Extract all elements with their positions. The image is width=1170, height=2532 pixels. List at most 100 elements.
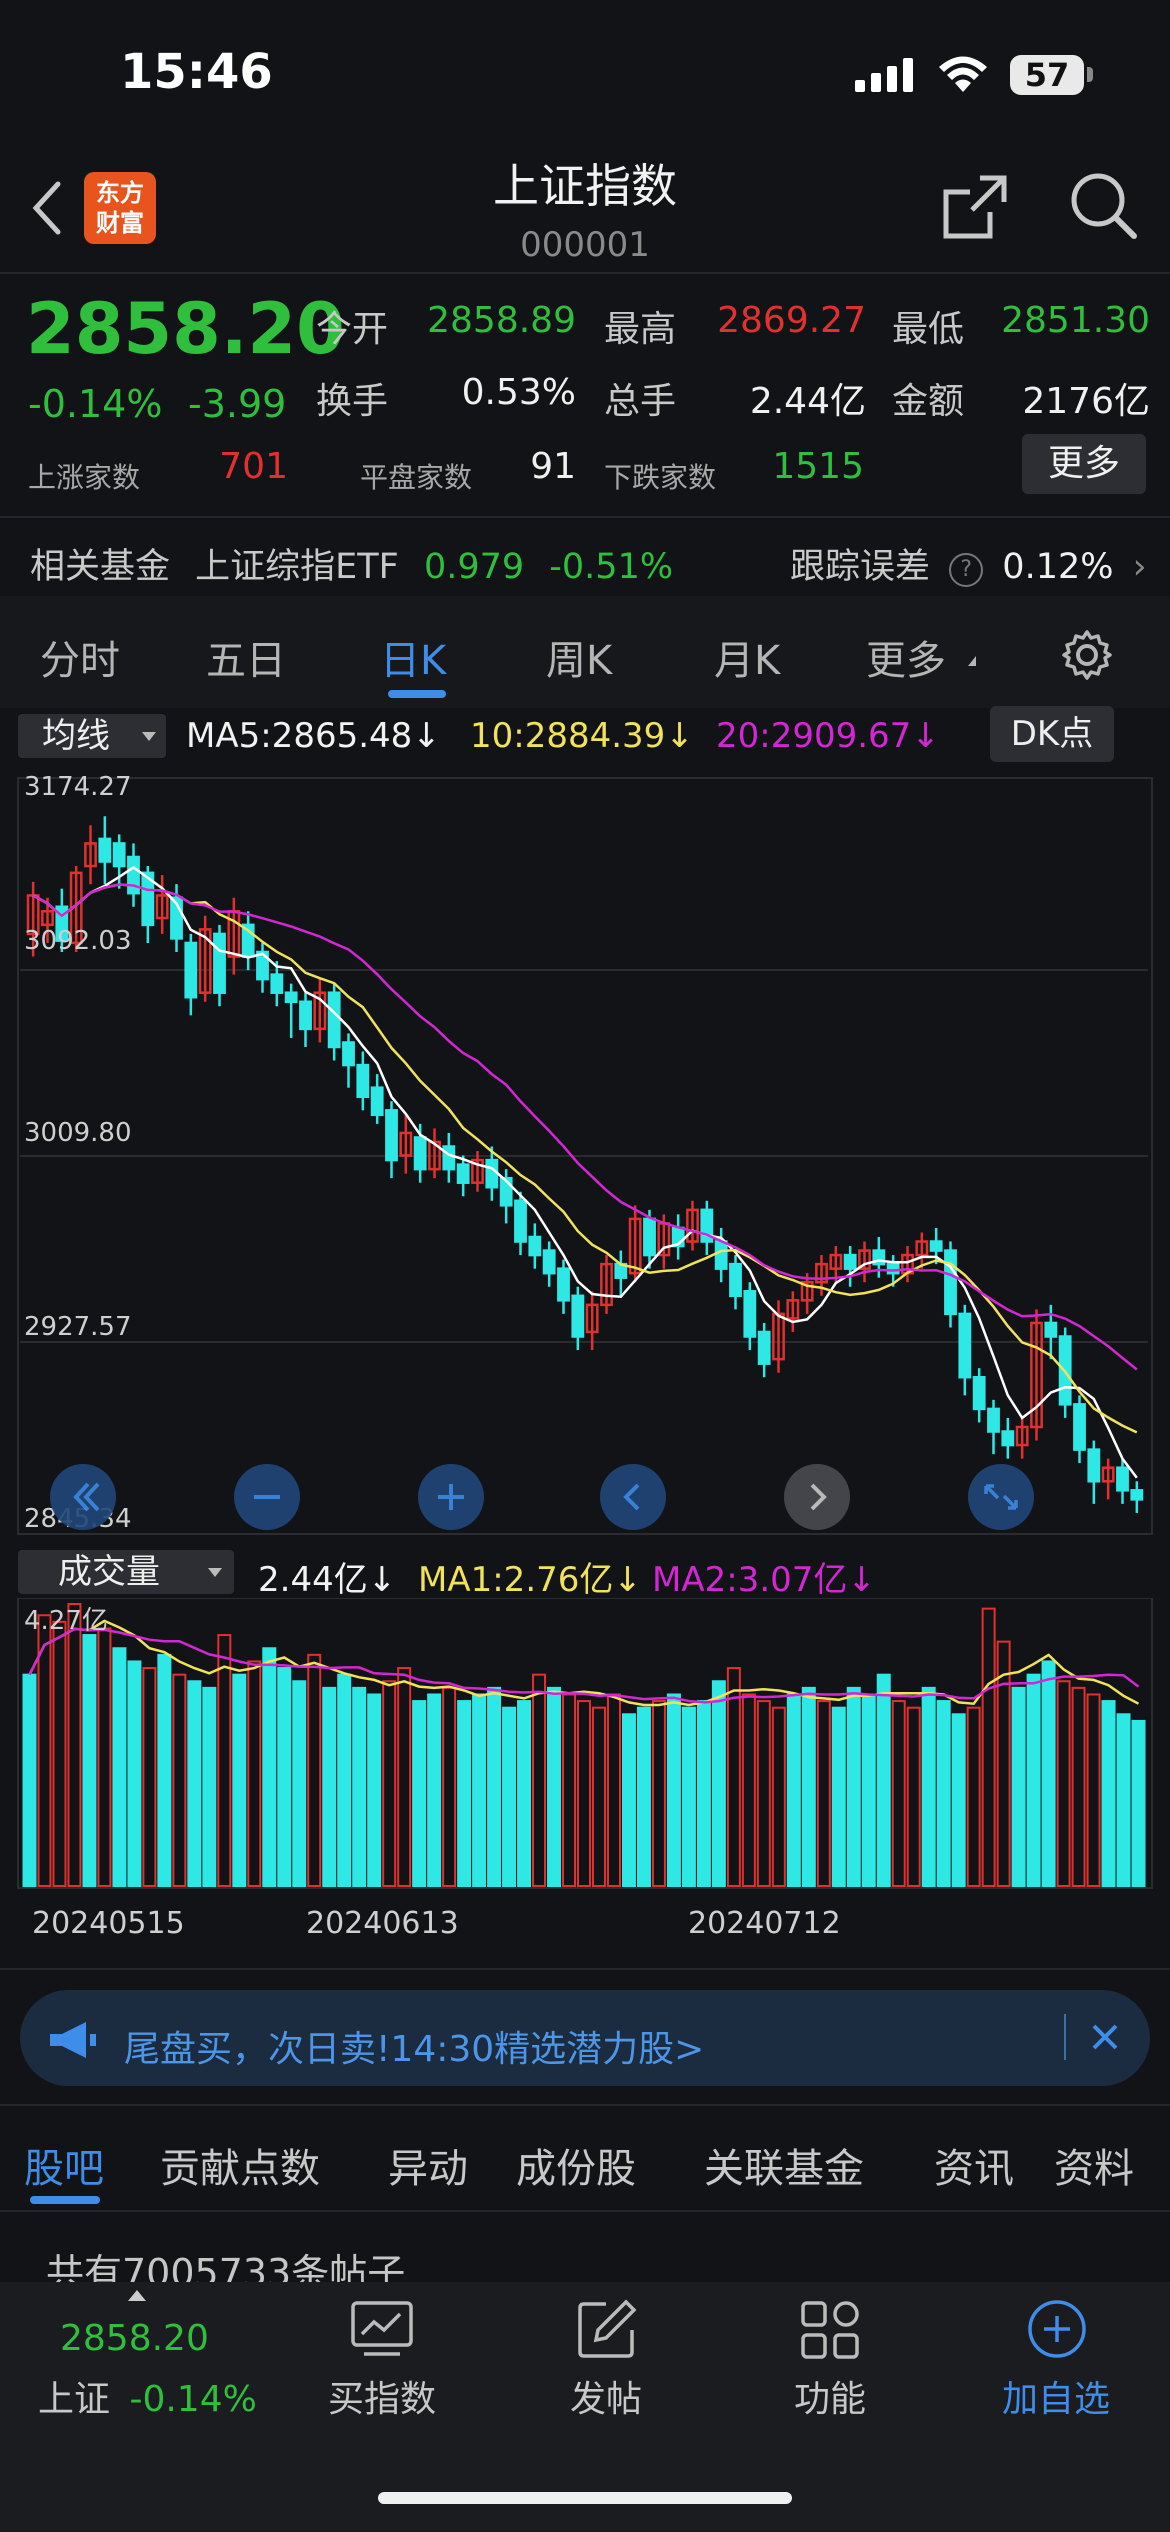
volume-bar — [187, 1680, 202, 1887]
low-value: 2851.30 — [1001, 300, 1150, 341]
post-button[interactable]: 发帖 — [506, 2370, 706, 2422]
close-icon[interactable] — [1088, 2020, 1122, 2058]
candle-body — [299, 1000, 312, 1031]
volume-current: 2.44亿↓ — [258, 1560, 397, 1600]
candle-body — [1087, 1448, 1101, 1483]
volume-bar — [936, 1700, 951, 1887]
tab-related-funds[interactable]: 关联基金 — [704, 2136, 864, 2194]
candle-body — [385, 1109, 398, 1162]
volume-bar — [621, 1713, 636, 1887]
candle-body — [98, 837, 112, 863]
candle-body — [342, 1041, 355, 1067]
candle-body — [413, 1136, 427, 1171]
volume-bar — [487, 1686, 502, 1887]
volume-bar — [786, 1693, 801, 1887]
date-label-2: 20240613 — [306, 1906, 459, 1941]
expand-caret-icon[interactable] — [128, 2290, 146, 2301]
tracking-error-label: 跟踪误差 — [790, 547, 931, 587]
tab-movement[interactable]: 异动 — [388, 2136, 468, 2194]
megaphone-icon — [46, 2020, 98, 2064]
volume-bar — [352, 1686, 367, 1887]
volume-chart[interactable] — [0, 1598, 1170, 1958]
tab-daily-k[interactable]: 日K — [380, 628, 446, 686]
volume-indicator-select[interactable]: 成交量 — [18, 1550, 234, 1594]
volume-bar — [876, 1673, 891, 1888]
candlestick-chart[interactable] — [0, 770, 1170, 1540]
fund-change: -0.51% — [549, 547, 674, 587]
tab-contribution[interactable]: 贡献点数 — [160, 2136, 320, 2194]
buy-index-button[interactable]: 买指数 — [282, 2370, 482, 2422]
volume-ma1: MA1:2.76亿↓ — [418, 1560, 642, 1600]
tracking-error[interactable]: 跟踪误差 ? 0.12% › — [790, 538, 1147, 589]
tab-forum[interactable]: 股吧 — [24, 2136, 104, 2194]
candle-body — [327, 991, 341, 1049]
candle-body — [442, 1145, 456, 1171]
volume-axis-max: 4.27亿 — [24, 1606, 108, 1636]
flat-count-label: 平盘家数 — [360, 461, 473, 494]
fullscreen-button[interactable] — [968, 1464, 1034, 1530]
toolbar-index-label: 上证 — [38, 2379, 111, 2420]
indicator-select-label: 均线 — [42, 716, 110, 756]
volume-bar — [831, 1706, 846, 1887]
tab-five-day[interactable]: 五日 — [206, 628, 286, 686]
gear-icon[interactable] — [1060, 628, 1114, 686]
high-value: 2869.27 — [717, 300, 866, 341]
high-label: 最高 — [604, 309, 677, 350]
more-button[interactable]: 更多 — [1022, 434, 1146, 494]
volume-bar — [801, 1686, 816, 1887]
dk-point-button[interactable]: DK点 — [990, 706, 1114, 762]
search-button[interactable] — [1068, 170, 1138, 246]
zoom-out-button[interactable] — [234, 1464, 300, 1530]
volume-bar — [1011, 1686, 1026, 1887]
zoom-in-button[interactable] — [418, 1464, 484, 1530]
dropdown-triangle-icon — [142, 732, 156, 741]
scroll-right-button[interactable] — [784, 1464, 850, 1530]
candle-body — [958, 1312, 972, 1379]
tab-more[interactable]: 更多 — [866, 628, 946, 686]
change-value: -3.99 — [188, 382, 287, 426]
related-fund-row[interactable]: 相关基金 上证综指ETF 0.979 -0.51% — [30, 538, 673, 589]
tab-weekly-k[interactable]: 周K — [546, 628, 612, 686]
amount-value: 2176亿 — [1022, 381, 1150, 422]
candle-body — [112, 842, 126, 868]
tab-intraday[interactable]: 分时 — [40, 628, 120, 686]
candle-body — [1073, 1403, 1086, 1451]
indicator-select[interactable]: 均线 — [18, 714, 166, 758]
volume-bar — [322, 1686, 337, 1887]
tab-components[interactable]: 成份股 — [516, 2136, 636, 2194]
fast-rewind-button[interactable] — [50, 1464, 116, 1530]
scroll-left-button[interactable] — [600, 1464, 666, 1530]
dropdown-triangle-icon — [208, 1568, 222, 1577]
share-button[interactable] — [940, 172, 1010, 246]
help-icon[interactable]: ? — [949, 553, 984, 587]
change-percent: -0.14% — [28, 382, 163, 426]
divider — [0, 2104, 1170, 2106]
functions-button[interactable]: 功能 — [730, 2370, 930, 2422]
add-watchlist-button[interactable]: 加自选 — [956, 2370, 1156, 2422]
battery-indicator: 57 — [1010, 55, 1084, 95]
banner-text[interactable]: 尾盘买，次日卖!14:30精选潜力股> — [124, 2020, 704, 2072]
candle-body — [184, 941, 198, 999]
candle-body — [972, 1375, 986, 1411]
candle-body — [929, 1240, 943, 1252]
volume-bar — [1131, 1719, 1146, 1888]
current-price: 2858.20 — [26, 288, 345, 370]
volume-bar — [666, 1693, 681, 1887]
banner-divider — [1064, 2014, 1066, 2060]
price-axis-4: 2927.57 — [24, 1312, 132, 1342]
candle-body — [729, 1262, 742, 1298]
date-label-3: 20240712 — [688, 1906, 841, 1941]
wifi-icon — [937, 56, 989, 98]
tab-profile[interactable]: 资料 — [1054, 2136, 1134, 2194]
tab-news[interactable]: 资讯 — [934, 2136, 1014, 2194]
home-indicator — [378, 2492, 792, 2504]
tab-monthly-k[interactable]: 月K — [714, 628, 780, 686]
battery-tip — [1087, 67, 1093, 82]
volume-bar — [921, 1686, 936, 1887]
down-count-label: 下跌家数 — [604, 461, 717, 494]
price-axis-3: 3009.80 — [24, 1118, 132, 1148]
toolbar-index[interactable]: 上证 -0.14% — [38, 2370, 257, 2422]
volume-bar — [1101, 1700, 1116, 1887]
candle-body — [743, 1290, 757, 1338]
candle-body — [542, 1249, 556, 1275]
